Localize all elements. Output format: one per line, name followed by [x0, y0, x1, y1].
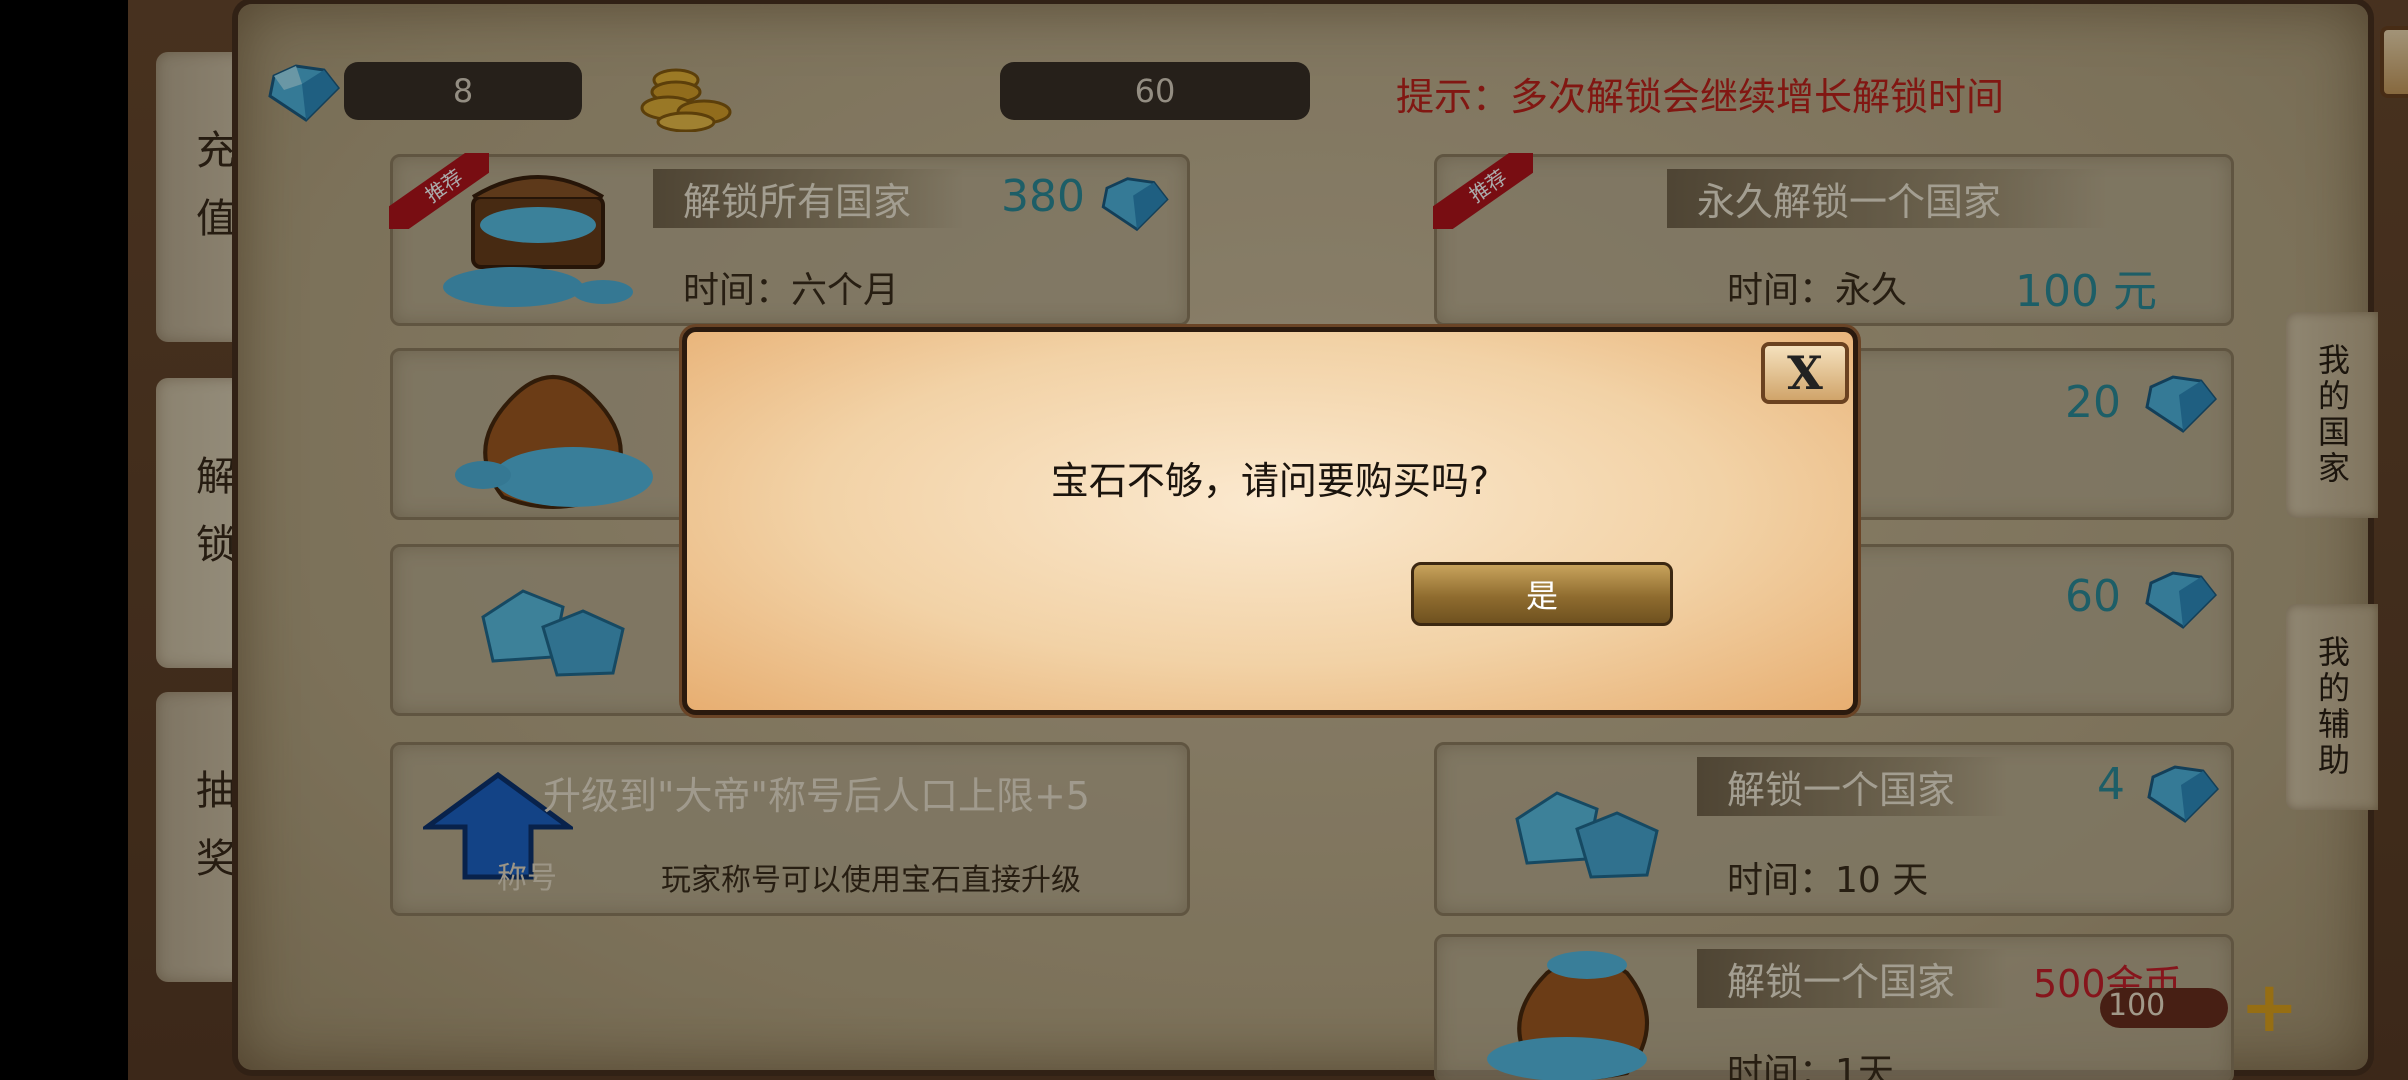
game-viewport: 充值 解锁 抽奖 8 60 提示：多次解锁会继续增长解锁时间 推荐 解锁所有国家… — [128, 0, 2408, 1080]
purchase-dialog: 宝石不够，请问要购买吗? 是 X — [682, 327, 1858, 715]
dialog-message: 宝石不够，请问要购买吗? — [1050, 459, 1490, 503]
dialog-close-button[interactable]: X — [1761, 342, 1849, 404]
confirm-button[interactable]: 是 — [1411, 562, 1673, 626]
